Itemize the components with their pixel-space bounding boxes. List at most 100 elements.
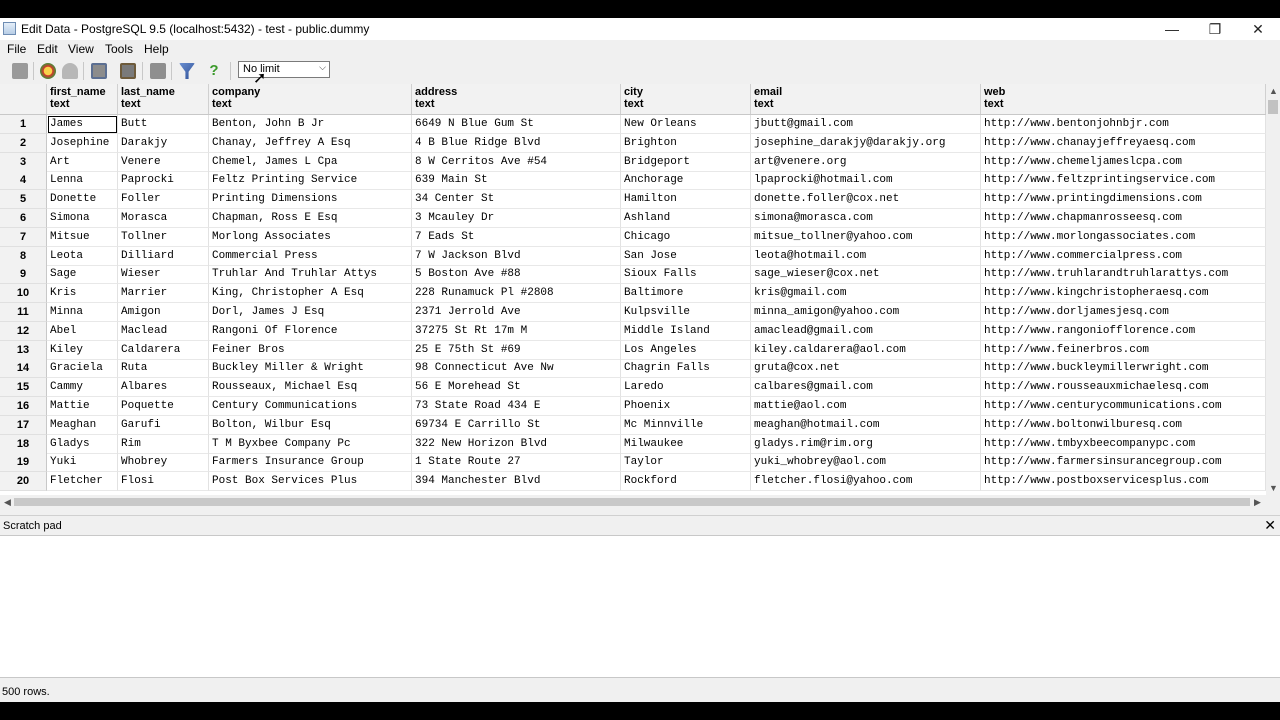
table-cell[interactable]: http://www.rangoniofflorence.com [981,321,1266,341]
table-cell[interactable]: Feiner Bros [209,340,412,360]
table-cell[interactable]: Dilliard [118,246,209,266]
table-cell[interactable]: 98 Connecticut Ave Nw [412,359,621,379]
table-cell[interactable]: Baltimore [621,284,751,304]
table-cell[interactable]: Rousseaux, Michael Esq [209,378,412,398]
table-cell[interactable]: San Jose [621,246,751,266]
table-cell[interactable]: Butt [118,115,209,134]
table-cell[interactable]: Bolton, Wilbur Esq [209,415,412,435]
corner-cell[interactable] [0,84,47,114]
table-cell[interactable]: Caldarera [118,340,209,360]
table-cell[interactable]: 322 New Horizon Blvd [412,434,621,454]
table-cell[interactable]: Fletcher [47,472,118,492]
table-cell[interactable]: Hamilton [621,190,751,210]
refresh-icon[interactable] [40,63,56,79]
horizontal-scroll-thumb[interactable] [14,498,1250,506]
table-cell[interactable]: Art [47,152,118,172]
scroll-down-icon[interactable]: ▼ [1269,483,1278,493]
column-header-6[interactable]: web text [981,84,1266,114]
save-icon[interactable] [12,63,28,79]
horizontal-scrollbar[interactable]: ◀ ▶ [0,495,1266,509]
table-cell[interactable]: art@venere.org [751,152,981,172]
table-cell[interactable]: Marrier [118,284,209,304]
row-number[interactable]: 12 [0,321,47,341]
table-cell[interactable]: http://www.centurycommunications.com [981,397,1266,416]
row-limit-select[interactable]: No limit ⌵ [238,61,330,78]
scratch-pad-textarea[interactable] [0,535,1280,678]
table-cell[interactable]: Taylor [621,453,751,473]
row-number[interactable]: 14 [0,359,47,379]
row-number[interactable]: 2 [0,133,47,153]
column-header-4[interactable]: city text [621,84,751,114]
table-cell[interactable]: Josephine [47,133,118,153]
table-cell[interactable]: gruta@cox.net [751,359,981,379]
row-number[interactable]: 20 [0,472,47,492]
table-cell[interactable]: http://www.printingdimensions.com [981,190,1266,210]
table-cell[interactable]: sage_wieser@cox.net [751,265,981,285]
menu-file[interactable]: File [7,42,26,56]
table-cell[interactable]: Maclead [118,321,209,341]
table-cell[interactable]: Abel [47,321,118,341]
row-number[interactable]: 8 [0,246,47,266]
table-cell[interactable]: amaclead@gmail.com [751,321,981,341]
row-number[interactable]: 10 [0,284,47,304]
table-cell[interactable]: Chicago [621,227,751,247]
table-cell[interactable]: Benton, John B Jr [209,115,412,134]
table-cell[interactable]: Albares [118,378,209,398]
table-cell[interactable]: 228 Runamuck Pl #2808 [412,284,621,304]
scroll-up-icon[interactable]: ▲ [1269,86,1278,96]
table-cell[interactable]: yuki_whobrey@aol.com [751,453,981,473]
table-cell[interactable]: Sioux Falls [621,265,751,285]
table-cell[interactable]: minna_amigon@yahoo.com [751,303,981,322]
row-number[interactable]: 6 [0,209,47,228]
menu-edit[interactable]: Edit [37,42,58,56]
table-cell[interactable]: 73 State Road 434 E [412,397,621,416]
table-cell[interactable]: Graciela [47,359,118,379]
table-cell[interactable]: lpaprocki@hotmail.com [751,171,981,191]
table-cell[interactable]: Mitsue [47,227,118,247]
table-cell[interactable]: Donette [47,190,118,210]
table-cell[interactable]: Darakjy [118,133,209,153]
table-cell[interactable]: http://www.rousseauxmichaelesq.com [981,378,1266,398]
delete-icon[interactable] [150,63,166,79]
minimize-button[interactable]: — [1150,18,1194,40]
row-number[interactable]: 4 [0,171,47,191]
paste-icon[interactable] [120,63,136,79]
table-cell[interactable]: http://www.boltonwilburesq.com [981,415,1266,435]
table-cell[interactable]: Commercial Press [209,246,412,266]
column-header-1[interactable]: last_name text [118,84,209,114]
table-cell[interactable]: Minna [47,303,118,322]
table-cell[interactable]: Morasca [118,209,209,228]
table-cell[interactable]: 69734 E Carrillo St [412,415,621,435]
table-cell[interactable]: Century Communications [209,397,412,416]
table-cell[interactable]: Poquette [118,397,209,416]
table-cell[interactable]: http://www.feltzprintingservice.com [981,171,1266,191]
row-number[interactable]: 1 [0,115,47,134]
table-cell[interactable]: Kulpsville [621,303,751,322]
table-cell[interactable]: 25 E 75th St #69 [412,340,621,360]
table-cell[interactable]: 4 B Blue Ridge Blvd [412,133,621,153]
row-number[interactable]: 3 [0,152,47,172]
table-cell[interactable]: Yuki [47,453,118,473]
table-cell[interactable]: calbares@gmail.com [751,378,981,398]
table-cell[interactable]: Simona [47,209,118,228]
table-cell[interactable]: simona@morasca.com [751,209,981,228]
table-cell[interactable]: Tollner [118,227,209,247]
vertical-scrollbar[interactable]: ▲ ▼ [1266,84,1280,495]
table-cell[interactable]: Kiley [47,340,118,360]
table-cell[interactable]: http://www.bentonjohnbjr.com [981,115,1266,134]
table-cell[interactable]: Printing Dimensions [209,190,412,210]
table-cell[interactable]: Mc Minnville [621,415,751,435]
table-cell[interactable]: 56 E Morehead St [412,378,621,398]
row-number[interactable]: 5 [0,190,47,210]
menu-tools[interactable]: Tools [105,42,133,56]
table-cell[interactable]: Lenna [47,171,118,191]
table-cell[interactable]: http://www.buckleymillerwright.com [981,359,1266,379]
table-cell[interactable]: fletcher.flosi@yahoo.com [751,472,981,492]
table-cell[interactable]: http://www.chanayjeffreyaesq.com [981,133,1266,153]
table-cell[interactable]: Chanay, Jeffrey A Esq [209,133,412,153]
table-cell[interactable]: Laredo [621,378,751,398]
table-cell[interactable]: Amigon [118,303,209,322]
table-cell[interactable]: Mattie [47,397,118,416]
table-cell[interactable]: gladys.rim@rim.org [751,434,981,454]
table-cell[interactable]: 6649 N Blue Gum St [412,115,621,134]
